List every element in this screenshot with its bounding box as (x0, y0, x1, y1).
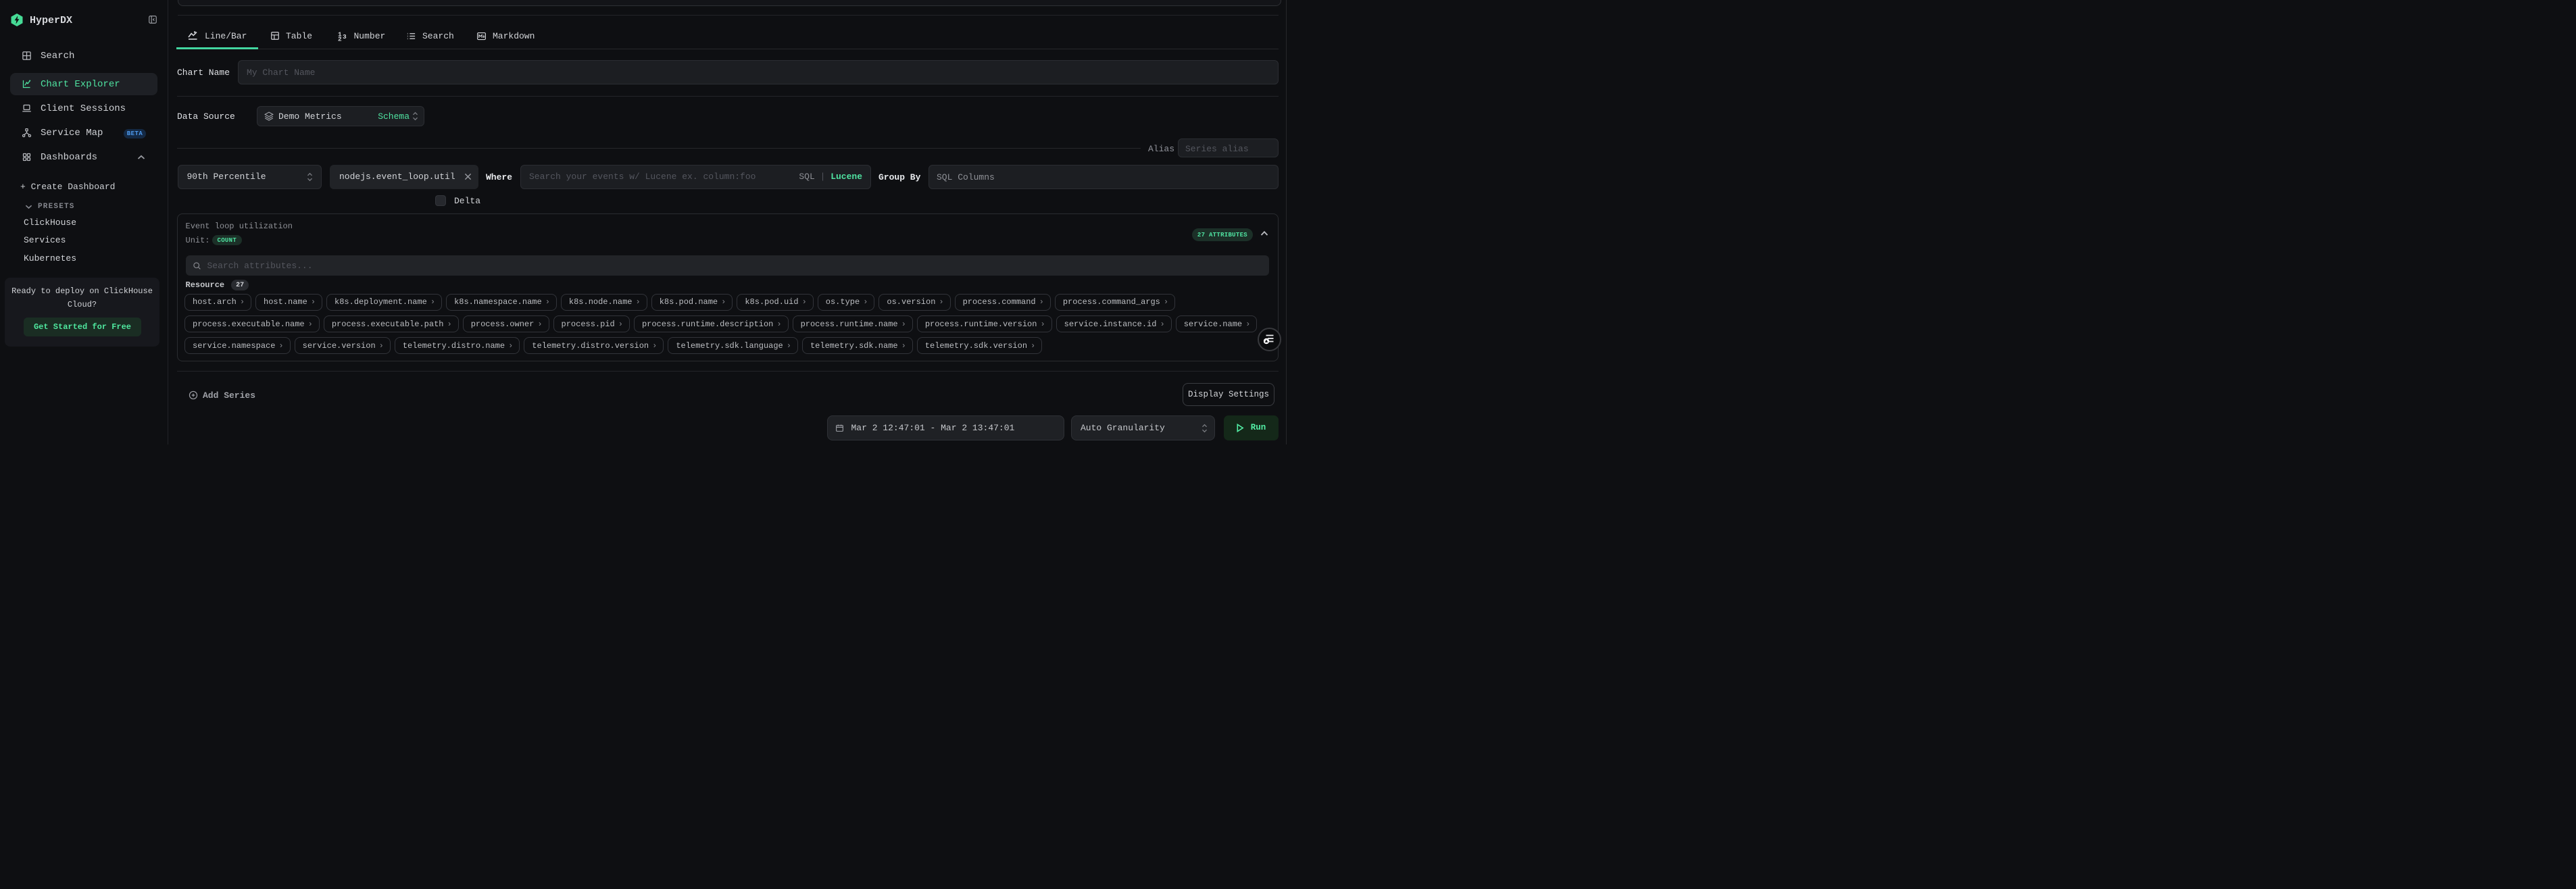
svg-text:3: 3 (343, 33, 347, 41)
svg-text:2: 2 (338, 36, 342, 42)
